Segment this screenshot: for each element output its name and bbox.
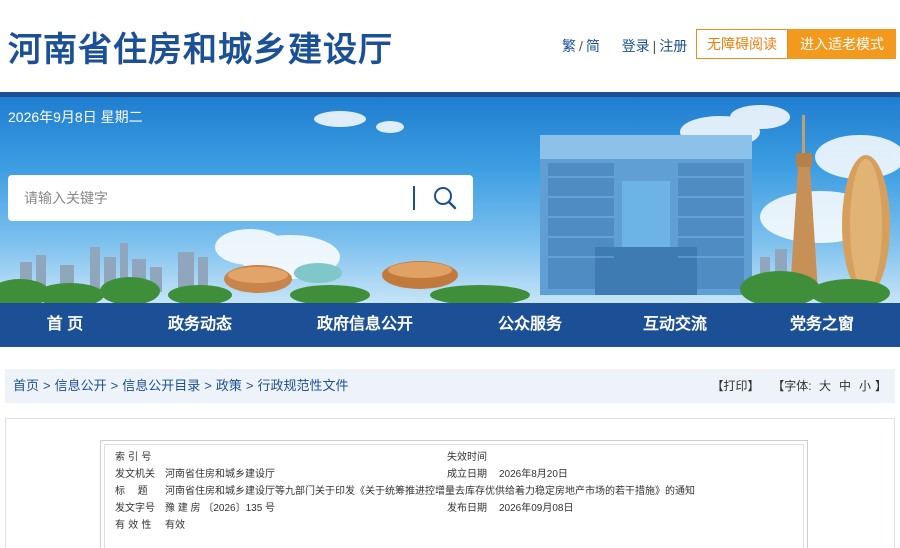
created-label: 成立日期 <box>447 469 487 480</box>
breadcrumb-info-disclosure[interactable]: 信息公开 <box>55 378 107 393</box>
elder-mode-button[interactable]: 进入适老模式 <box>788 29 896 59</box>
breadcrumb: 首页 > 信息公开 > 信息公开目录 > 政策 > 行政规范性文件 <box>13 369 348 403</box>
validity-value: 有效 <box>165 520 185 531</box>
search-input[interactable] <box>8 175 413 221</box>
document-meta-table: 索 引 号 失效时间 发文机关 河南省住房和城乡建设厅 成立日期 2026年8月… <box>100 440 808 548</box>
font-size-medium-button[interactable]: 中 <box>839 379 851 393</box>
accessible-reading-button[interactable]: 无障碍阅读 <box>696 29 788 59</box>
traditional-chinese-link[interactable]: 繁 <box>562 38 576 54</box>
validity-label: 有 效 性 <box>115 520 152 531</box>
font-size-close-bracket: 】 <box>874 379 887 393</box>
index-label: 索 引 号 <box>115 452 152 463</box>
site-title[interactable]: 河南省住房和城乡建设厅 <box>8 22 393 71</box>
meta-row-docno: 发文字号 豫 建 房 〔2026〕135 号 发布日期 2026年09月08日 <box>101 499 801 516</box>
link-separator: | <box>652 38 657 54</box>
docno-label: 发文字号 <box>115 503 155 514</box>
breadcrumb-separator: > <box>110 378 119 393</box>
nav-item-information-disclosure[interactable]: 政府信息公开 <box>295 303 435 347</box>
breadcrumb-separator: > <box>245 378 254 393</box>
search-icon <box>434 187 457 210</box>
issuer-label: 发文机关 <box>115 469 155 480</box>
search-divider <box>413 186 415 210</box>
main-nav: 首 页 政务动态 政府信息公开 公众服务 互动交流 党务之窗 <box>0 303 900 347</box>
meta-row-issuer: 发文机关 河南省住房和城乡建设厅 成立日期 2026年8月20日 <box>101 465 801 482</box>
top-links: 繁 / 简 登录 | 注册 <box>562 36 687 56</box>
register-link[interactable]: 注册 <box>659 38 687 54</box>
publish-value: 2026年09月08日 <box>499 503 574 514</box>
document-content: 索 引 号 失效时间 发文机关 河南省住房和城乡建设厅 成立日期 2026年8月… <box>5 418 895 548</box>
meta-row-title: 标 题 河南省住房和城乡建设厅等九部门关于印发《关于统筹推进控增量去库存优供给着… <box>101 482 801 499</box>
banner: 2026年9月8日 星期二 <box>0 97 900 303</box>
publish-label: 发布日期 <box>447 503 487 514</box>
link-separator: / <box>579 38 583 54</box>
site-header: 河南省住房和城乡建设厅 繁 / 简 登录 | 注册 无障碍阅读 进入适老模式 <box>0 0 900 92</box>
created-value: 2026年8月20日 <box>499 469 568 480</box>
nav-item-party-affairs[interactable]: 党务之窗 <box>767 303 877 347</box>
breadcrumb-policy[interactable]: 政策 <box>216 378 242 393</box>
breadcrumb-separator: > <box>43 378 51 393</box>
simplified-chinese-link[interactable]: 简 <box>586 38 600 54</box>
breadcrumb-home[interactable]: 首页 <box>13 378 39 393</box>
page-tools: 【打印】 【字体: 大中小】 <box>712 369 887 403</box>
nav-item-interaction[interactable]: 互动交流 <box>620 303 730 347</box>
nav-item-government-news[interactable]: 政务动态 <box>145 303 255 347</box>
font-size-label: 【字体: <box>772 379 812 393</box>
search-button[interactable] <box>423 179 467 217</box>
font-size-small-button[interactable]: 小 <box>859 379 871 393</box>
search-box <box>8 175 473 221</box>
breadcrumb-bar: 首页 > 信息公开 > 信息公开目录 > 政策 > 行政规范性文件 【打印】 【字体: 大中小】 <box>5 369 895 403</box>
title-label: 标 题 <box>115 486 148 497</box>
breadcrumb-disclosure-catalog[interactable]: 信息公开目录 <box>122 378 200 393</box>
font-size-large-button[interactable]: 大 <box>819 379 831 393</box>
expire-label: 失效时间 <box>447 452 487 463</box>
current-date: 2026年9月8日 星期二 <box>8 109 143 125</box>
print-button[interactable]: 【打印】 <box>712 379 760 393</box>
breadcrumb-separator: > <box>204 378 212 393</box>
login-link[interactable]: 登录 <box>622 38 650 54</box>
nav-item-public-service[interactable]: 公众服务 <box>475 303 585 347</box>
docno-value: 豫 建 房 〔2026〕135 号 <box>165 503 276 514</box>
title-value: 河南省住房和城乡建设厅等九部门关于印发《关于统筹推进控增量去库存优供给着力稳定房… <box>165 486 695 497</box>
issuer-value: 河南省住房和城乡建设厅 <box>165 469 275 480</box>
meta-row-validity: 有 效 性 有效 <box>101 516 801 533</box>
nav-item-home[interactable]: 首 页 <box>10 303 120 347</box>
meta-row-index: 索 引 号 失效时间 <box>101 448 801 465</box>
breadcrumb-normative-documents[interactable]: 行政规范性文件 <box>257 378 348 393</box>
